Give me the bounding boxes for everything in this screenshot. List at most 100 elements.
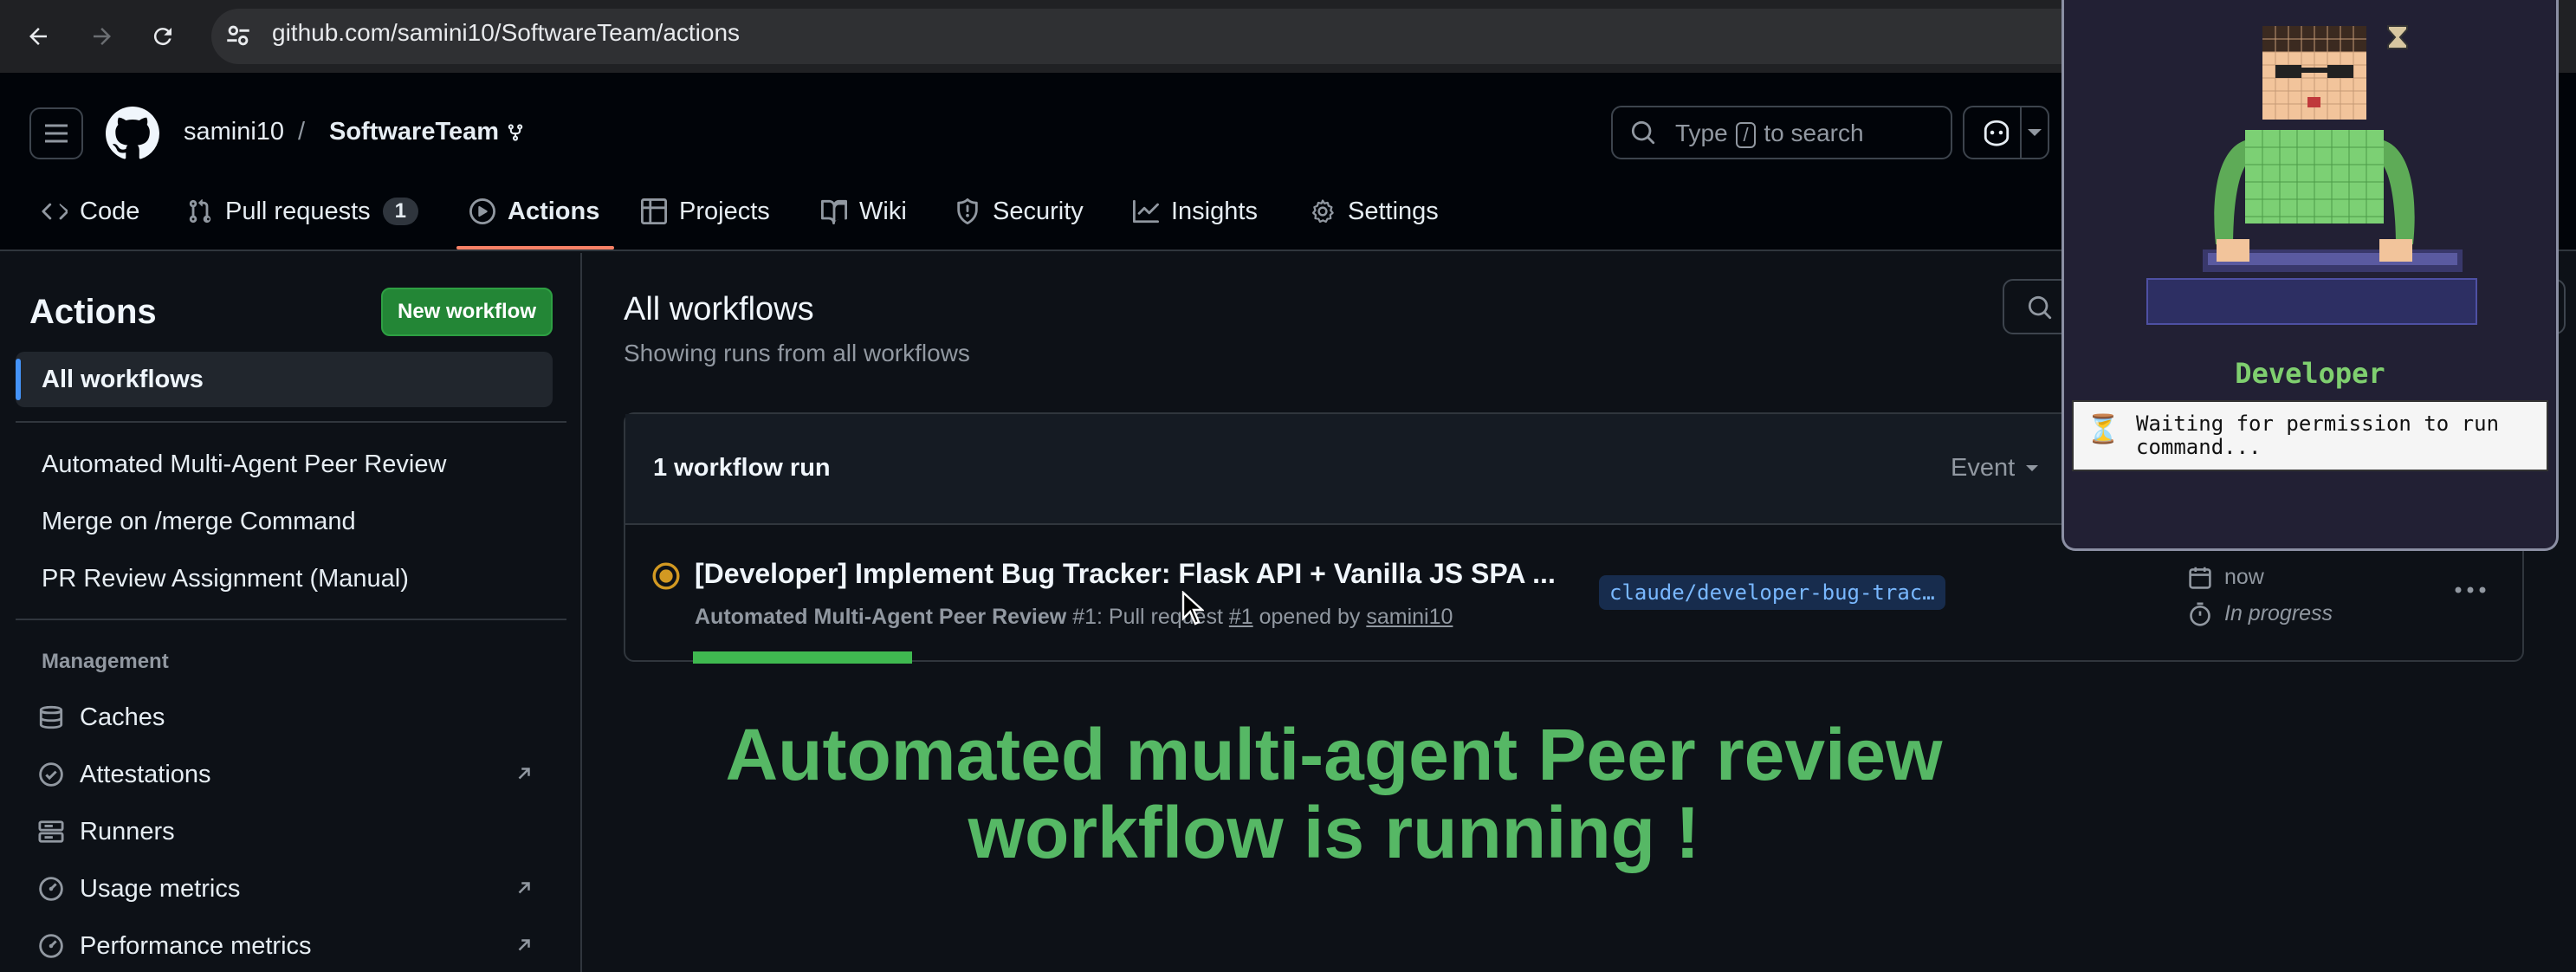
tab-label: Security (993, 197, 1084, 225)
reload-button[interactable] (142, 16, 184, 57)
tab-label: Actions (508, 197, 600, 225)
database-icon (39, 705, 63, 729)
sidebar-item-label: Usage metrics (80, 874, 241, 903)
page-subtitle: Showing runs from all workflows (624, 340, 970, 366)
run-meta: Automated Multi-Agent Peer Review #1: Pu… (695, 605, 1453, 630)
sidebar-item-caches[interactable]: Caches (38, 700, 165, 735)
run-title-link[interactable]: [Developer] Implement Bug Tracker: Flask… (695, 558, 1556, 590)
external-link-icon (515, 878, 534, 897)
shield-icon (957, 198, 978, 224)
search-icon (2028, 295, 2052, 320)
management-heading: Management (42, 650, 169, 673)
pull-request-link[interactable]: #1 (1229, 605, 1253, 629)
github-logo-icon[interactable] (106, 107, 159, 160)
tab-label: Settings (1348, 197, 1439, 225)
event-filter-label: Event (1951, 454, 2016, 482)
sidebar-item-label: Caches (80, 703, 165, 731)
chevron-down-icon (2026, 464, 2039, 471)
site-settings-icon[interactable] (223, 21, 253, 50)
search-hint: Type / to search (1675, 120, 1864, 148)
page-title: All workflows (624, 291, 814, 327)
kebab-horizontal-icon (2455, 586, 2486, 593)
sidebar-item-attestations[interactable]: Attestations (38, 757, 211, 792)
event-filter-dropdown[interactable]: Event (1951, 454, 2039, 483)
hourglass-icon (2387, 25, 2408, 49)
author-link[interactable]: samini10 (1366, 605, 1453, 629)
pull-request-icon (189, 199, 211, 224)
tab-insights[interactable]: Insights (1133, 192, 1258, 230)
run-meta-text: : Pull request (1097, 605, 1229, 629)
hourglass-icon: ⏳ (2086, 413, 2120, 444)
mouse-cursor-icon (1181, 591, 1204, 625)
play-icon (469, 198, 495, 224)
sidebar-divider (16, 619, 566, 620)
meter-icon (39, 934, 63, 958)
sidebar-item-runners[interactable]: Runners (38, 814, 175, 849)
external-link-icon (515, 936, 534, 955)
graph-icon (1133, 199, 1159, 224)
sidebar-item-usage-metrics[interactable]: Usage metrics (38, 872, 240, 906)
tab-pull-requests[interactable]: Pull requests 1 (187, 192, 419, 230)
run-meta-text: opened by (1252, 605, 1367, 629)
calendar-icon (2189, 567, 2211, 589)
selected-item-indicator (16, 359, 21, 400)
tab-settings[interactable]: Settings (1310, 192, 1439, 230)
repo-name-link[interactable]: SoftwareTeam (329, 118, 499, 146)
run-status-text: In progress (2224, 601, 2333, 625)
tab-security[interactable]: Security (955, 192, 1084, 230)
tab-wiki[interactable]: Wiki (821, 192, 907, 230)
tab-label: Insights (1171, 197, 1258, 225)
chevron-down-icon (2028, 129, 2042, 136)
branch-tag[interactable]: claude/developer-bug-trac… (1599, 575, 1945, 610)
reload-icon (153, 28, 172, 46)
runs-count: 1 workflow run (653, 454, 831, 482)
selected-tab-indicator (456, 246, 614, 249)
run-progress-bar (693, 651, 912, 664)
url-text[interactable]: github.com/samini10/SoftwareTeam/actions (272, 19, 740, 47)
verified-icon (39, 762, 63, 787)
run-workflow-name: Automated Multi-Agent Peer Review (695, 605, 1067, 629)
new-workflow-button[interactable]: New workflow (381, 288, 553, 336)
copilot-icon (1984, 120, 2010, 146)
in-progress-status-icon (651, 561, 681, 591)
stopwatch-icon (2190, 601, 2210, 626)
search-shortcut-key: / (1736, 122, 1756, 148)
tab-label: Projects (679, 197, 770, 225)
run-started: now (2188, 565, 2264, 590)
menu-icon (45, 124, 68, 143)
copilot-button[interactable] (1963, 106, 2049, 159)
run-actions-kebab-button[interactable] (2453, 577, 2488, 603)
tab-projects[interactable]: Projects (641, 192, 770, 230)
search-hint-suffix: to search (1764, 120, 1864, 146)
code-icon (42, 203, 68, 220)
sidebar-workflow-merge[interactable]: Merge on /merge Command (42, 508, 356, 536)
hamburger-menu-button[interactable] (29, 107, 83, 159)
developer-pixel-avatar (2146, 25, 2477, 325)
sidebar-divider (16, 421, 566, 423)
overlay-caption: Automated multi-agent Peer review workfl… (468, 716, 2200, 872)
forward-arrow-icon (94, 28, 111, 45)
tab-actions[interactable]: Actions (469, 192, 599, 230)
developer-name: Developer (2235, 357, 2385, 390)
sidebar-item-label: Runners (80, 817, 175, 846)
tab-label: Pull requests (225, 197, 371, 225)
sidebar-item-label: Performance metrics (80, 931, 312, 960)
sidebar-item-label: Attestations (80, 760, 211, 788)
run-time: now (2224, 565, 2264, 589)
breadcrumb-separator: / (298, 118, 306, 146)
run-duration: In progress (2188, 601, 2333, 626)
caption-line: workflow is running ! (968, 792, 1700, 873)
tab-code[interactable]: Code (42, 192, 139, 230)
back-button[interactable] (17, 16, 59, 57)
book-icon (821, 199, 847, 224)
sidebar-workflow-peer-review[interactable]: Automated Multi-Agent Peer Review (42, 450, 446, 479)
sidebar-item-performance-metrics[interactable]: Performance metrics (38, 929, 312, 963)
sidebar-title: Actions (29, 293, 157, 331)
forward-button[interactable] (81, 16, 123, 57)
repo-owner-link[interactable]: samini10 (184, 118, 284, 146)
table-icon (641, 198, 667, 224)
sidebar-workflow-pr-assignment[interactable]: PR Review Assignment (Manual) (42, 565, 409, 593)
server-icon (38, 820, 64, 843)
gear-icon (1312, 199, 1334, 224)
tab-label: Wiki (859, 197, 907, 225)
